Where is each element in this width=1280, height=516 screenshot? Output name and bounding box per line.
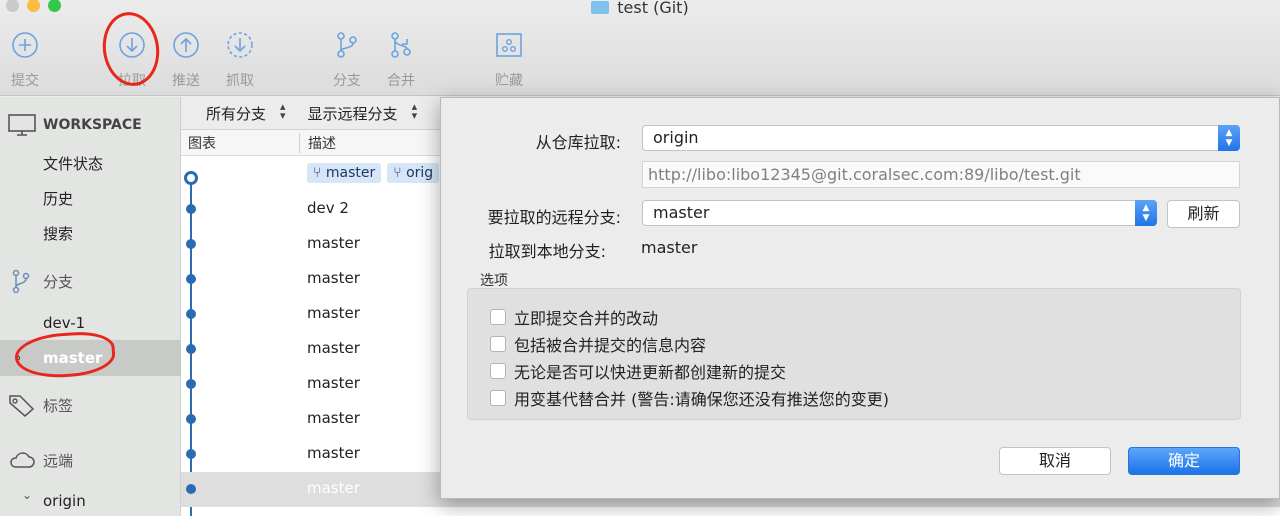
stash-icon [494,30,524,60]
sidebar-item-file-status[interactable]: 文件状态 [0,145,181,181]
checkbox[interactable] [490,309,506,325]
pull-button[interactable]: 拉取 [107,30,157,90]
ok-button[interactable]: 确定 [1128,447,1240,475]
updown-icon: ▲ ▼ [1135,200,1157,226]
commit-node [186,274,196,284]
window-title: test (Git) [0,0,1280,17]
dashed-arrow-down-circle-icon [225,30,255,60]
stash-button[interactable]: 贮藏 [484,30,534,90]
remote-branch-label: 要拉取的远程分支: [487,208,621,227]
remote-filter-select[interactable]: 显示远程分支 ▴ ▾ [308,100,418,124]
option-rebase[interactable]: 用变基代替合并 (警告:请确保您还没有推送您的变更) [490,386,889,410]
branch-button[interactable]: 分支 [322,30,372,90]
sidebar-remotes-header[interactable]: 远端 [0,442,181,478]
sidebar-item-history[interactable]: 历史 [0,180,181,216]
arrow-up-circle-icon [171,30,201,60]
remote-branch-select[interactable]: master ▲ ▼ [642,200,1157,226]
refresh-button[interactable]: 刷新 [1167,200,1240,228]
remote-url-field[interactable]: http://libo:libo12345@git.coralsec.com:8… [642,161,1240,188]
sidebar-item-branch-master[interactable]: master [0,340,181,376]
commit-button[interactable]: 提交 [0,30,50,90]
commit-node [186,414,196,424]
fetch-button[interactable]: 抓取 [215,30,265,90]
column-header-graph[interactable]: 图表 [188,133,216,153]
cloud-icon [10,452,35,468]
local-branch-value: master [641,238,698,257]
branch-icon: ⑂ [313,165,326,181]
commit-node [186,309,196,319]
updown-icon: ▴ ▾ [411,100,418,122]
checkbox[interactable] [490,390,506,406]
toolbar: test (Git) 提交 拉取 推送 抓取 分支 合并 贮藏 [0,0,1280,96]
sidebar-branches-header[interactable]: 分支 [0,263,181,299]
options-title: 选项 [480,273,508,289]
sidebar-tags-header[interactable]: 标签 [0,387,181,423]
current-branch-icon [15,355,20,361]
tag-icon [9,395,35,417]
arrow-down-circle-icon [117,30,147,60]
sidebar-workspace-header: WORKSPACE [0,107,181,143]
sidebar-item-branch-dev-1[interactable]: dev-1 [0,305,181,341]
chevron-down-icon: ⌄ [22,488,33,502]
merge-button[interactable]: 合并 [376,30,426,90]
option-no-fast-forward[interactable]: 无论是否可以快进更新都创建新的提交 [490,359,786,383]
monitor-icon [8,114,36,136]
from-repo-select[interactable]: origin ▲ ▼ [642,125,1240,151]
updown-icon: ▴ ▾ [280,100,286,122]
branch-icon [12,269,30,293]
commit-node [186,344,196,354]
merge-icon [386,30,416,60]
branch-icon [332,30,362,60]
commit-node [186,239,196,249]
option-commit-merged[interactable]: 立即提交合并的改动 [490,305,658,329]
branch-filter-select[interactable]: 所有分支 ▴ ▾ [206,100,286,124]
pull-dialog: 从仓库拉取: origin ▲ ▼ http://libo:libo12345@g… [440,97,1280,499]
option-include-messages[interactable]: 包括被合并提交的信息内容 [490,332,706,356]
from-repo-label: 从仓库拉取: [535,133,621,152]
cancel-button[interactable]: 取消 [999,447,1111,475]
head-commit-node [184,171,198,185]
sidebar: WORKSPACE 文件状态 历史 搜索 分支 dev-1 master 标签 … [0,97,181,516]
column-header-description[interactable]: 描述 [308,133,336,153]
checkbox[interactable] [490,336,506,352]
commit-node [186,484,196,494]
commit-node [186,449,196,459]
sidebar-item-search[interactable]: 搜索 [0,215,181,251]
updown-icon: ▲ ▼ [1218,125,1240,151]
branch-tag-origin[interactable]: ⑂ orig [387,163,440,183]
branch-icon: ⑂ [393,165,407,181]
checkbox[interactable] [490,363,506,379]
options-group: 立即提交合并的改动 包括被合并提交的信息内容 无论是否可以快进更新都创建新的提交… [467,288,1241,420]
column-divider [299,133,300,153]
branch-tag-master[interactable]: ⑂ master [307,163,382,183]
sidebar-item-remote-origin[interactable]: ⌄ origin [0,483,181,516]
local-branch-label: 拉取到本地分支: [488,242,606,261]
push-button[interactable]: 推送 [161,30,211,90]
commit-node [186,204,196,214]
folder-icon [591,1,610,14]
commit-node [186,379,196,389]
plus-circle-icon [10,30,40,60]
